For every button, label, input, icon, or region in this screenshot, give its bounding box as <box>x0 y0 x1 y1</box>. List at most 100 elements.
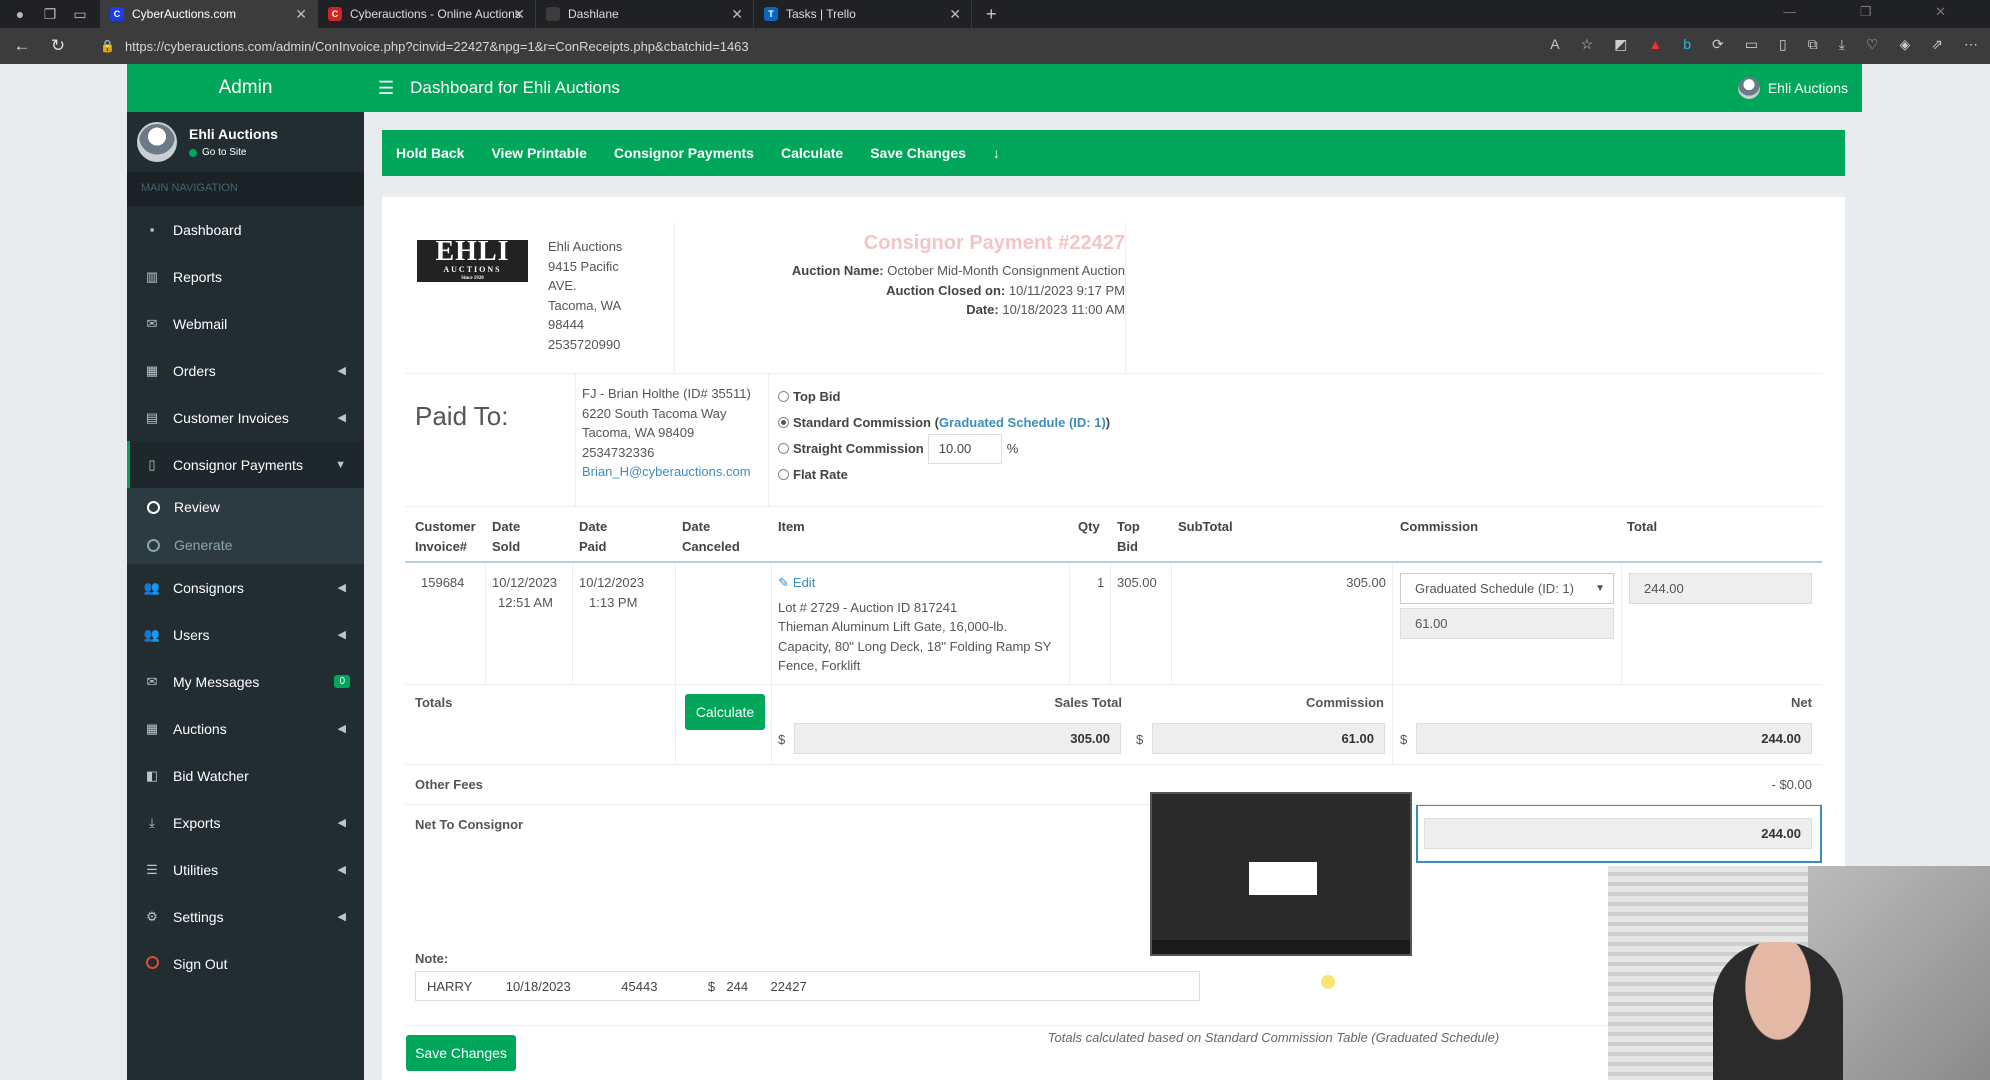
sidebar: Admin Ehli Auctions Go to Site MAIN NAVI… <box>127 64 364 1080</box>
sidebar-item-customer-invoices[interactable]: ▤ Customer Invoices ◀ <box>127 394 364 441</box>
hold-back-button[interactable]: Hold Back <box>396 145 464 161</box>
favorite-star-icon[interactable]: ☆ <box>1581 36 1594 53</box>
save-changes-bottom-button[interactable]: Save Changes <box>406 1035 516 1071</box>
view-printable-button[interactable]: View Printable <box>491 145 586 161</box>
sidebar-subitem-review[interactable]: Review <box>127 488 364 526</box>
security-icon[interactable]: ◈ <box>1899 36 1910 53</box>
cast-icon[interactable]: ▭ <box>1745 36 1758 53</box>
go-to-site-link[interactable]: Go to Site <box>189 147 278 158</box>
net-to-consignor-label: Net To Consignor <box>415 817 524 832</box>
col-top-bid: Top Bid <box>1117 519 1140 554</box>
sidebar-item-orders[interactable]: ▦ Orders ◀ <box>127 347 364 394</box>
back-icon[interactable]: ← <box>8 36 36 56</box>
net-to-consignor-field[interactable]: 244.00 <box>1424 818 1812 849</box>
arrow-down-icon[interactable]: ↓ <box>993 145 1000 161</box>
sidebar-subitem-generate[interactable]: Generate <box>127 526 364 564</box>
top-bid-option[interactable]: Top Bid <box>778 384 1110 409</box>
share-icon[interactable]: ⇗ <box>1931 36 1943 53</box>
row-total-field[interactable]: 244.00 <box>1629 573 1812 604</box>
sales-total-field[interactable]: 305.00 <box>794 723 1121 754</box>
hamburger-menu-icon[interactable]: ☰ <box>378 78 394 99</box>
straight-commission-input[interactable]: 10.00 <box>927 433 1002 464</box>
commission-schedule-select[interactable]: Graduated Schedule (ID: 1) ▼ <box>1400 573 1614 604</box>
sidebar-item-consignors[interactable]: 👥 Consignors ◀ <box>127 564 364 611</box>
cell-item: ✎ Edit Lot # 2729 - Auction ID 817241 Thi… <box>778 575 1052 673</box>
extension-icon[interactable]: ◩ <box>1614 36 1627 53</box>
sidebar-item-webmail[interactable]: ✉ Webmail <box>127 300 364 347</box>
browser-profile-icon[interactable]: ● <box>10 4 30 24</box>
sidebar-item-dashboard[interactable]: ▪ Dashboard <box>127 206 364 253</box>
presenter-video <box>1713 942 1843 1080</box>
radio-button[interactable] <box>778 391 789 402</box>
net-label: Net <box>1791 695 1812 710</box>
refresh-icon[interactable]: ↻ <box>44 36 72 56</box>
more-menu-icon[interactable]: ⋯ <box>1964 36 1978 53</box>
commission-options: Top Bid Standard Commission (Graduated S… <box>778 384 1110 487</box>
straight-commission-option[interactable]: Straight Commission 10.00% <box>778 433 1110 464</box>
radio-button[interactable] <box>778 469 789 480</box>
sidebar-item-utilities[interactable]: ☰ Utilities ◀ <box>127 846 364 893</box>
downloads-icon[interactable]: ⤓ <box>1839 36 1845 53</box>
browser-tab-cyberauctions-online[interactable]: C Cyberauctions - Online Auctions ✕ <box>318 0 536 28</box>
chevron-left-icon: ◀ <box>337 582 346 594</box>
performance-icon[interactable]: ♡ <box>1866 36 1879 53</box>
save-changes-button[interactable]: Save Changes <box>870 145 966 161</box>
totals-calculate-button[interactable]: Calculate <box>685 694 765 730</box>
standard-commission-option[interactable]: Standard Commission (Graduated Schedule … <box>778 410 1110 435</box>
graduated-schedule-link[interactable]: Graduated Schedule (ID: 1) <box>939 415 1106 430</box>
browser-tab-dashlane[interactable]: Dashlane ✕ <box>536 0 754 28</box>
edit-item-link[interactable]: ✎ Edit <box>778 575 815 590</box>
users-icon: 👥 <box>143 626 161 642</box>
sidebar-item-exports[interactable]: ⤓ Exports ◀ <box>127 799 364 846</box>
tab-actions-icon[interactable]: ▭ <box>70 4 90 24</box>
commission-total-label: Commission <box>1305 695 1384 710</box>
close-tab-icon[interactable]: ✕ <box>731 6 743 23</box>
workspaces-icon[interactable]: ❐ <box>40 4 60 24</box>
pdf-extension-icon[interactable]: ▲ <box>1648 36 1662 53</box>
note-field[interactable]: HARRY 10/18/2023 45443 $ 244 22427 <box>415 971 1200 1001</box>
main-navigation-header: MAIN NAVIGATION <box>127 172 364 206</box>
net-total-field[interactable]: 244.00 <box>1416 723 1812 754</box>
url-field[interactable]: 🔒 https://cyberauctions.com/admin/ConInv… <box>100 35 1420 57</box>
window-controls[interactable]: — ❐ ✕ <box>1783 4 1976 20</box>
user-menu[interactable]: Ehli Auctions <box>1737 77 1848 99</box>
snipping-tool-thumbnail[interactable] <box>1150 792 1412 956</box>
sync-icon[interactable]: ⟳ <box>1712 36 1724 53</box>
avatar <box>137 122 177 162</box>
flat-rate-option[interactable]: Flat Rate <box>778 462 1110 487</box>
envelope-icon: ✉ <box>146 315 158 331</box>
consignor-payments-button[interactable]: Consignor Payments <box>614 145 754 161</box>
sidebar-item-reports[interactable]: ▥ Reports <box>127 253 364 300</box>
payment-meta: Auction Name: October Mid-Month Consignm… <box>791 263 1125 317</box>
calculate-button[interactable]: Calculate <box>781 145 843 161</box>
radio-button[interactable] <box>778 443 789 454</box>
read-aloud-icon[interactable]: A <box>1550 36 1559 53</box>
sidebar-item-auctions[interactable]: ▦ Auctions ◀ <box>127 705 364 752</box>
other-fees-value: - $0.00 <box>1771 777 1812 792</box>
extension-icon[interactable]: b <box>1683 36 1691 53</box>
dashboard-icon: ▪ <box>149 222 155 237</box>
sidebar-item-users[interactable]: 👥 Users ◀ <box>127 611 364 658</box>
new-tab-icon[interactable]: + <box>986 4 997 25</box>
commission-total-field[interactable]: 61.00 <box>1152 723 1385 754</box>
close-tab-icon[interactable]: ✕ <box>949 6 961 23</box>
collections-icon[interactable]: ⧉ <box>1808 36 1818 53</box>
close-tab-icon[interactable]: ✕ <box>513 6 525 23</box>
download-icon: ⤓ <box>149 814 155 830</box>
browser-tab-trello[interactable]: T Tasks | Trello ✕ <box>754 0 972 28</box>
consignor-email-link[interactable]: Brian_H@cyberauctions.com <box>582 464 751 479</box>
radio-button[interactable] <box>778 417 789 428</box>
sidebar-item-sign-out[interactable]: Sign Out <box>127 940 364 987</box>
browser-tab-cyberauctions[interactable]: C CyberAuctions.com ✕ <box>100 0 318 28</box>
sidebar-item-my-messages[interactable]: ✉ My Messages 0 <box>127 658 364 705</box>
sidebar-item-settings[interactable]: ⚙ Settings ◀ <box>127 893 364 940</box>
page-title: Dashboard for Ehli Auctions <box>410 78 620 97</box>
close-tab-icon[interactable]: ✕ <box>295 6 307 23</box>
split-screen-icon[interactable]: ▯ <box>1779 36 1787 53</box>
sidebar-item-bid-watcher[interactable]: ◧ Bid Watcher <box>127 752 364 799</box>
admin-brand[interactable]: Admin <box>127 64 364 112</box>
sidebar-item-consignor-payments[interactable]: ▯ Consignor Payments ▼ <box>127 441 364 488</box>
consignor-payments-submenu: Review Generate <box>127 488 364 564</box>
cyberauctions-favicon-icon: C <box>110 7 124 21</box>
commission-amount-field[interactable]: 61.00 <box>1400 608 1614 639</box>
